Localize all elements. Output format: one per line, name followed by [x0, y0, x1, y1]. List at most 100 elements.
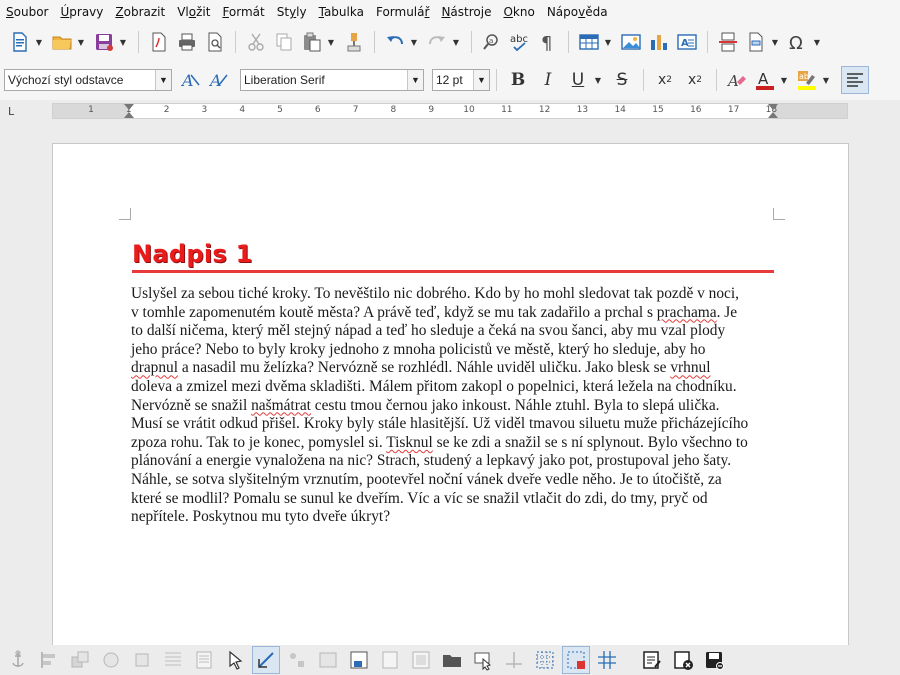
menu-item[interactable]: Formulář: [376, 5, 429, 19]
paste-icon[interactable]: [298, 28, 326, 56]
points-icon[interactable]: [190, 646, 218, 674]
menu-item[interactable]: Nástroje: [441, 5, 491, 19]
cut-icon[interactable]: [242, 28, 270, 56]
menu-item[interactable]: Vložit: [177, 5, 210, 19]
clear-formatting-icon[interactable]: A: [723, 66, 751, 94]
indent-marker[interactable]: [768, 112, 778, 118]
menu-item[interactable]: Soubor: [6, 5, 48, 19]
anchor-icon[interactable]: [4, 646, 32, 674]
grid-icon[interactable]: [531, 646, 559, 674]
align-left-icon[interactable]: [841, 66, 869, 94]
insert-table-icon[interactable]: [575, 28, 603, 56]
close-document-icon[interactable]: [669, 646, 697, 674]
export-pdf-icon[interactable]: [145, 28, 173, 56]
clone-formatting-icon[interactable]: [340, 28, 368, 56]
insert-object-icon[interactable]: [407, 646, 435, 674]
menu-item[interactable]: Okno: [503, 5, 534, 19]
open-folder-icon[interactable]: [48, 28, 76, 56]
menu-item[interactable]: Formát: [222, 5, 264, 19]
helplines-icon[interactable]: [593, 646, 621, 674]
chevron-down-icon[interactable]: ▼: [473, 70, 489, 90]
move-icon[interactable]: [500, 646, 528, 674]
underline-dropdown-chevron-icon[interactable]: ▼: [593, 66, 603, 94]
superscript-icon[interactable]: x2: [650, 66, 680, 94]
ruler-number: 13: [576, 105, 589, 115]
undo-dropdown-chevron-icon[interactable]: ▼: [409, 28, 419, 56]
copy-icon[interactable]: [270, 28, 298, 56]
wrap-icon[interactable]: [128, 646, 156, 674]
group-icon[interactable]: [283, 646, 311, 674]
highlight-icon[interactable]: ab: [793, 66, 821, 94]
bold-icon[interactable]: B: [503, 66, 533, 94]
text-line: v tomhle zapomenutém koutě města? A práv…: [131, 304, 781, 323]
select-icon[interactable]: [221, 646, 249, 674]
insert-textbox-icon[interactable]: A: [673, 28, 701, 56]
spellcheck-icon[interactable]: abc: [506, 28, 534, 56]
font-size-combo[interactable]: 12 pt ▼: [432, 69, 490, 91]
horizontal-ruler[interactable]: 1 1 2 3 4 5 6 7 8 9 10 11 12 13 14 15 16 17 18: [52, 103, 848, 119]
svg-text:A: A: [681, 38, 689, 49]
menu-item[interactable]: Nápověda: [547, 5, 608, 19]
indent-marker[interactable]: [124, 112, 134, 118]
svg-text:ab: ab: [799, 72, 809, 81]
tab-stop-selector[interactable]: L: [8, 105, 14, 118]
menu-item[interactable]: Úpravy: [60, 5, 103, 19]
document-page[interactable]: Nadpis 1 Uslyšel za sebou tiché kroky. T…: [52, 143, 849, 675]
body-paragraph[interactable]: Uslyšel za sebou tiché kroky. To nevěšti…: [131, 285, 781, 527]
indent-marker[interactable]: [124, 104, 134, 110]
special-character-icon[interactable]: Ω: [784, 28, 812, 56]
insert-chart-icon[interactable]: [645, 28, 673, 56]
font-name-combo[interactable]: Liberation Serif ▼: [240, 69, 424, 91]
table-dropdown-chevron-icon[interactable]: ▼: [603, 28, 613, 56]
find-replace-icon[interactable]: a: [478, 28, 506, 56]
track-changes-icon[interactable]: [638, 646, 666, 674]
indent-marker[interactable]: [768, 104, 778, 110]
font-color-dropdown-chevron-icon[interactable]: ▼: [779, 66, 789, 94]
open-dropdown-chevron-icon[interactable]: ▼: [76, 28, 86, 56]
undo-icon[interactable]: [381, 28, 409, 56]
fontwork-icon[interactable]: [314, 646, 342, 674]
snap-grid-icon[interactable]: [562, 646, 590, 674]
underline-icon[interactable]: U: [563, 66, 593, 94]
highlight-dropdown-chevron-icon[interactable]: ▼: [821, 66, 831, 94]
insert-field-icon[interactable]: [742, 28, 770, 56]
strikethrough-icon[interactable]: S: [607, 66, 637, 94]
image-icon[interactable]: [376, 646, 404, 674]
save-document-icon[interactable]: [700, 646, 728, 674]
new-dropdown-chevron-icon[interactable]: ▼: [34, 28, 44, 56]
wrap-off-icon[interactable]: [97, 646, 125, 674]
heading-1[interactable]: Nadpis 1: [132, 240, 774, 273]
special-character-dropdown-chevron-icon[interactable]: ▼: [812, 28, 822, 56]
draw-functions-icon[interactable]: [252, 646, 280, 674]
menu-item[interactable]: Zobrazit: [115, 5, 165, 19]
italic-icon[interactable]: I: [533, 66, 563, 94]
font-color-icon[interactable]: A: [751, 66, 779, 94]
paste-dropdown-chevron-icon[interactable]: ▼: [326, 28, 336, 56]
redo-icon[interactable]: [423, 28, 451, 56]
arrange-icon[interactable]: [66, 646, 94, 674]
menu-item[interactable]: Tabulka: [319, 5, 364, 19]
page-break-icon[interactable]: [714, 28, 742, 56]
new-document-icon[interactable]: [6, 28, 34, 56]
frame-icon[interactable]: [345, 646, 373, 674]
new-style-icon[interactable]: A: [206, 66, 234, 94]
save-dropdown-chevron-icon[interactable]: ▼: [118, 28, 128, 56]
paragraph-style-combo[interactable]: Výchozí styl odstavce ▼: [4, 69, 172, 91]
chevron-down-icon[interactable]: ▼: [407, 70, 423, 90]
align-objects-icon[interactable]: [35, 646, 63, 674]
subscript-icon[interactable]: x2: [680, 66, 710, 94]
chevron-down-icon[interactable]: ▼: [155, 70, 171, 90]
wrap-ideal-icon[interactable]: [159, 646, 187, 674]
text-line: to další ničema, který měl stejný nápad …: [131, 322, 781, 341]
print-icon[interactable]: [173, 28, 201, 56]
field-dropdown-chevron-icon[interactable]: ▼: [770, 28, 780, 56]
save-icon[interactable]: [90, 28, 118, 56]
select-tool-icon[interactable]: [469, 646, 497, 674]
menu-item[interactable]: Styly: [277, 5, 307, 19]
print-preview-icon[interactable]: [201, 28, 229, 56]
open-icon[interactable]: [438, 646, 466, 674]
update-style-icon[interactable]: A: [178, 66, 206, 94]
redo-dropdown-chevron-icon[interactable]: ▼: [451, 28, 461, 56]
insert-image-icon[interactable]: [617, 28, 645, 56]
formatting-marks-icon[interactable]: ¶: [534, 28, 562, 56]
